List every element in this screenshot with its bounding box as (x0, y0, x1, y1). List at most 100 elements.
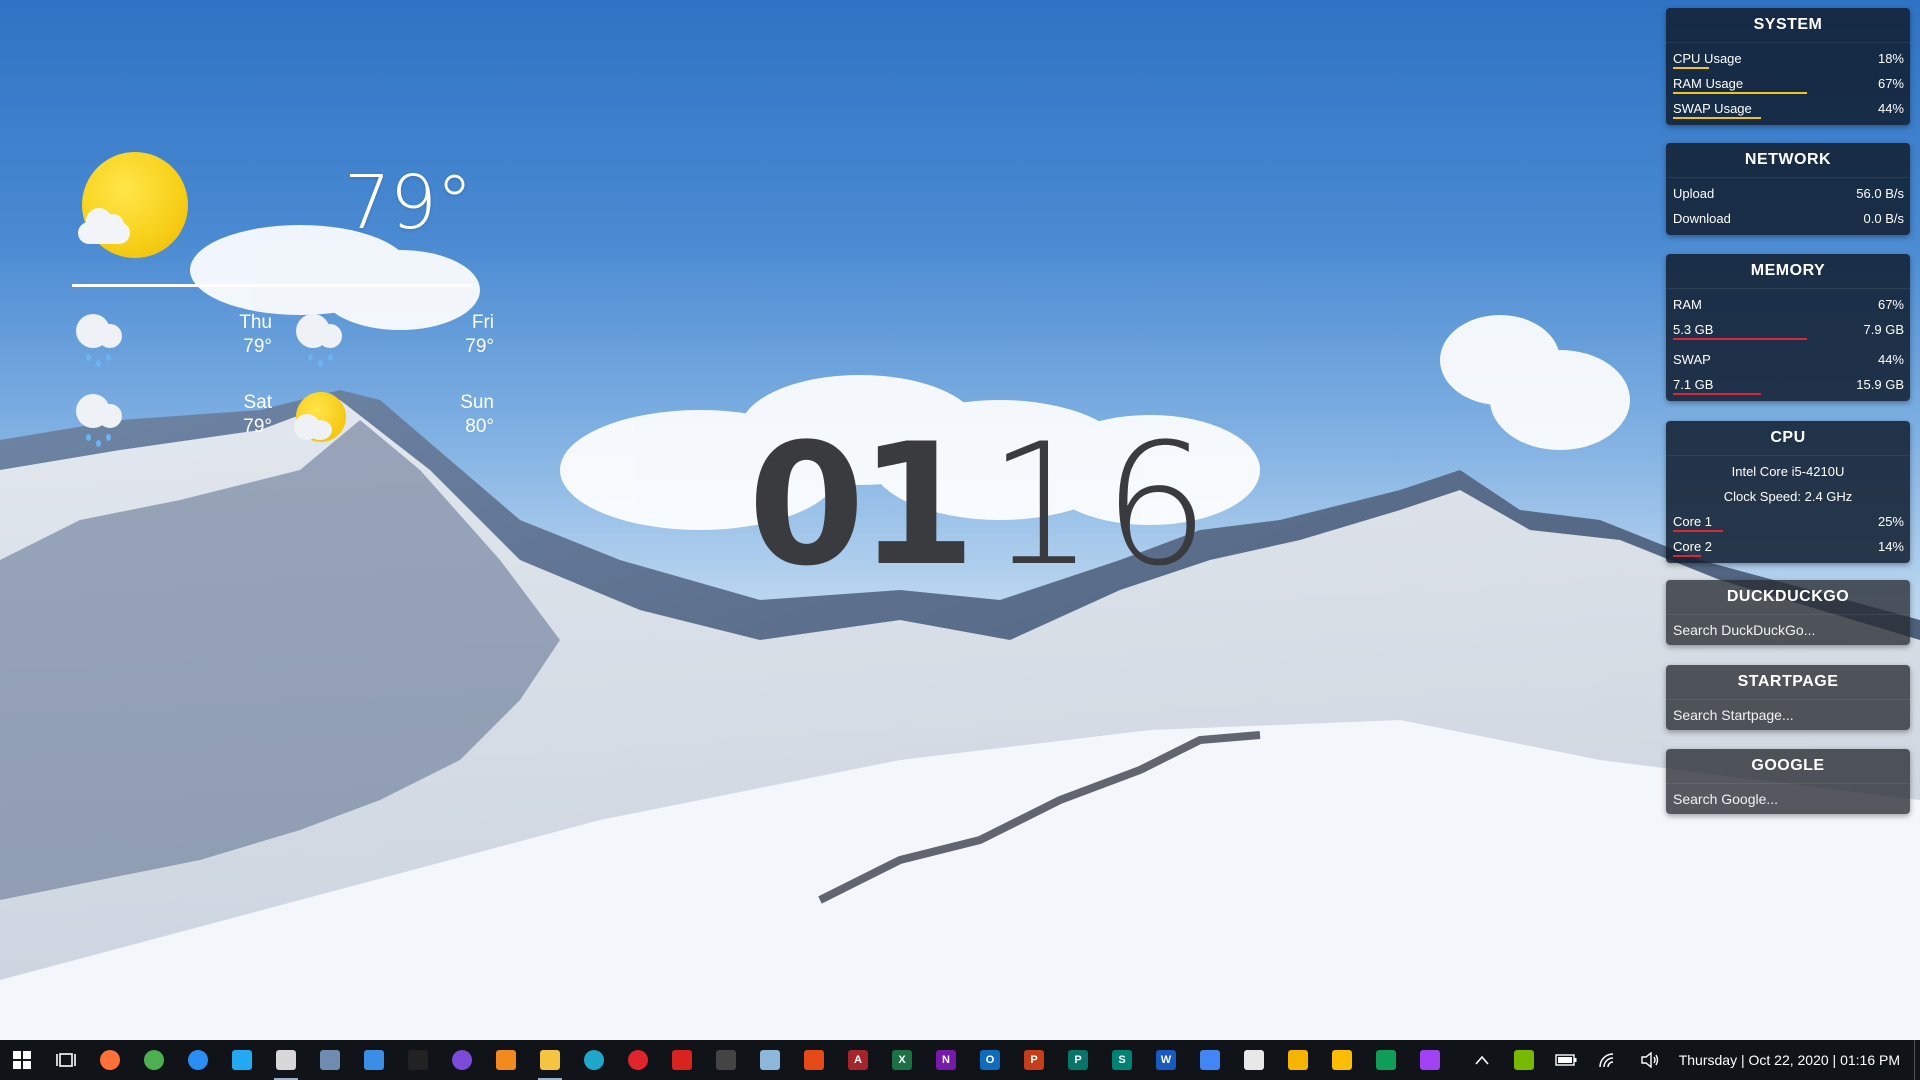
clock-minutes: 16 (987, 407, 1218, 603)
onenote-icon: N (936, 1050, 956, 1070)
swap-row: SWAP 44% (1666, 347, 1910, 372)
chevron-up-icon (1475, 1055, 1489, 1065)
core-2-row: Core 2 14% (1666, 534, 1910, 559)
row-value: 44% (1877, 101, 1904, 116)
settings-app-icon (760, 1050, 780, 1070)
remote-desktop-taskbar-button[interactable] (352, 1040, 396, 1080)
file-taskbar-button[interactable] (1232, 1040, 1276, 1080)
duckduckgo-search-panel: DUCKDUCKGO (1666, 580, 1910, 645)
outlook-taskbar-button[interactable]: O (968, 1040, 1012, 1080)
onenote-taskbar-button[interactable]: N (924, 1040, 968, 1080)
wifi-icon (1598, 1053, 1613, 1068)
file-explorer-taskbar-button[interactable] (528, 1040, 572, 1080)
chrome-taskbar-button[interactable] (132, 1040, 176, 1080)
access-icon: A (848, 1050, 868, 1070)
row-label: SWAP (1673, 352, 1711, 367)
sway-icon: S (1112, 1050, 1132, 1070)
forecast-day-label: Thu (239, 312, 272, 333)
forms-icon (1420, 1050, 1440, 1070)
forms-taskbar-button[interactable] (1408, 1040, 1452, 1080)
core-bar (1673, 555, 1701, 557)
opera-taskbar-button[interactable] (616, 1040, 660, 1080)
firefox-taskbar-button[interactable] (88, 1040, 132, 1080)
vlc-taskbar-button[interactable] (484, 1040, 528, 1080)
game-controller-taskbar-button[interactable] (704, 1040, 748, 1080)
docs-taskbar-button[interactable] (1188, 1040, 1232, 1080)
settings-app-taskbar-button[interactable] (748, 1040, 792, 1080)
duckduckgo-search-input[interactable] (1666, 615, 1910, 645)
pinned-apps: AXNOPPSW (88, 1040, 1452, 1080)
forecast-temp: 80° (465, 416, 494, 437)
ram-usage-row: RAM Usage 67% (1666, 71, 1910, 96)
panel-title: NETWORK (1666, 143, 1910, 178)
volume-button[interactable] (1629, 1040, 1671, 1080)
google-search-panel: GOOGLE (1666, 749, 1910, 814)
weather-widget: 79° Thu 79° Fri 79° Sat 79° Sun 80° (72, 150, 494, 450)
forecast-day: Sat 79° (72, 390, 272, 450)
vscode-taskbar-button[interactable] (220, 1040, 264, 1080)
publisher-taskbar-button[interactable]: P (1056, 1040, 1100, 1080)
excel-taskbar-button[interactable]: X (880, 1040, 924, 1080)
startpage-search-input[interactable] (1666, 700, 1910, 730)
panel-title: MEMORY (1666, 254, 1910, 289)
sway-taskbar-button[interactable]: S (1100, 1040, 1144, 1080)
sun-cloud-icon (294, 390, 354, 450)
forecast-temp: 79° (243, 416, 272, 437)
chrome-icon (144, 1050, 164, 1070)
usage-bar (1673, 92, 1807, 94)
terminal-taskbar-button[interactable] (396, 1040, 440, 1080)
wifi-button[interactable] (1587, 1040, 1629, 1080)
core-1-row: Core 1 25% (1666, 509, 1910, 534)
calculator-icon (320, 1050, 340, 1070)
system-panel: SYSTEM CPU Usage 18% RAM Usage 67% SWAP … (1666, 8, 1910, 125)
nvidia-icon (1513, 1050, 1534, 1070)
tray-overflow-button[interactable] (1461, 1040, 1503, 1080)
cpu-panel: CPU Intel Core i5-4210U Clock Speed: 2.4… (1666, 421, 1910, 563)
word-taskbar-button[interactable]: W (1144, 1040, 1188, 1080)
terminal-icon (408, 1050, 428, 1070)
battery-icon (1555, 1054, 1577, 1066)
powerpoint-taskbar-button[interactable]: P (1012, 1040, 1056, 1080)
office-icon (804, 1050, 824, 1070)
sheets-taskbar-button[interactable] (1364, 1040, 1408, 1080)
forecast-day: Thu 79° (72, 310, 272, 370)
task-view-button[interactable] (44, 1040, 88, 1080)
cpu-clock-speed: Clock Speed: 2.4 GHz (1723, 489, 1853, 504)
row-value: 14% (1877, 539, 1904, 554)
speaker-icon (1641, 1052, 1658, 1068)
start-button[interactable] (0, 1040, 44, 1080)
show-desktop-button[interactable] (1914, 1040, 1920, 1080)
row-label: Upload (1673, 186, 1715, 201)
edge-icon (584, 1050, 604, 1070)
firefox-icon (100, 1050, 120, 1070)
current-temperature: 79° (343, 160, 473, 246)
forecast-day-label: Fri (471, 312, 494, 333)
office-taskbar-button[interactable] (792, 1040, 836, 1080)
acrobat-icon (672, 1050, 692, 1070)
forecast-day: Sun 80° (294, 390, 494, 450)
swap-amount-row: 7.1 GB 15.9 GB (1666, 372, 1910, 397)
slides-taskbar-button[interactable] (1276, 1040, 1320, 1080)
rain-cloud-icon (72, 310, 132, 370)
taskbar-datetime[interactable]: Thursday | Oct 22, 2020 | 01:16 PM (1671, 1052, 1914, 1068)
firefox-dev-taskbar-button[interactable] (176, 1040, 220, 1080)
slides-icon (1288, 1050, 1308, 1070)
keep-taskbar-button[interactable] (1320, 1040, 1364, 1080)
rain-cloud-icon (294, 310, 354, 370)
access-taskbar-button[interactable]: A (836, 1040, 880, 1080)
row-label: Core 2 (1673, 539, 1713, 554)
swap-usage-row: SWAP Usage 44% (1666, 96, 1910, 121)
upload-row: Upload 56.0 B/s (1666, 181, 1910, 206)
row-value: 0.0 B/s (1863, 211, 1904, 226)
google-search-input[interactable] (1666, 784, 1910, 814)
row-label: Download (1673, 211, 1731, 226)
edge-taskbar-button[interactable] (572, 1040, 616, 1080)
tor-taskbar-button[interactable] (440, 1040, 484, 1080)
nvidia-tray-button[interactable] (1503, 1040, 1545, 1080)
acrobat-taskbar-button[interactable] (660, 1040, 704, 1080)
forecast-day: Fri 79° (294, 310, 494, 370)
notepad-taskbar-button[interactable] (264, 1040, 308, 1080)
row-label: 7.1 GB (1673, 377, 1714, 392)
battery-button[interactable] (1545, 1040, 1587, 1080)
calculator-taskbar-button[interactable] (308, 1040, 352, 1080)
